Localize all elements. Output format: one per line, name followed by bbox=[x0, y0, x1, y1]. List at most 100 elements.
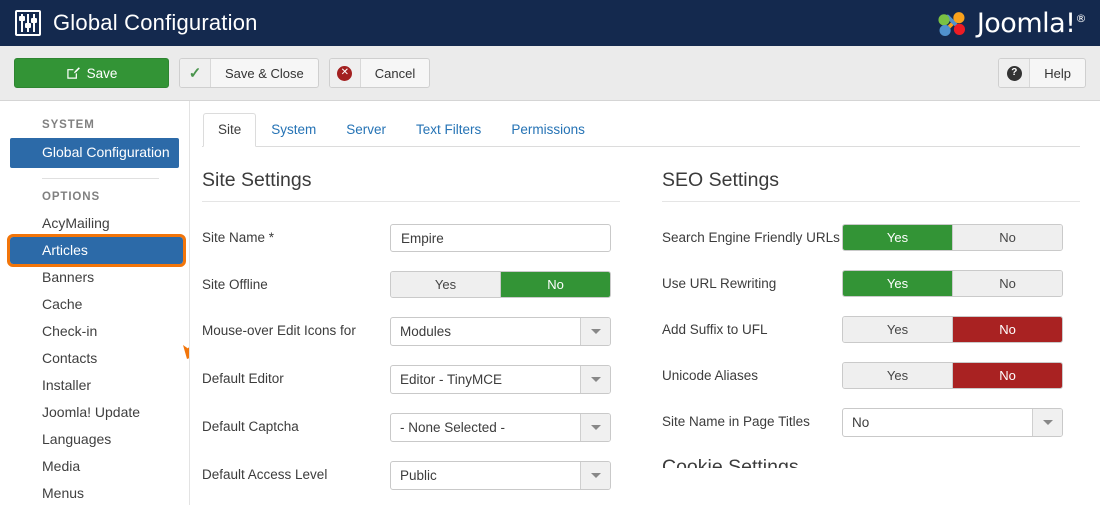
select-value: No bbox=[852, 415, 870, 430]
sidebar-heading-options: OPTIONS bbox=[42, 191, 101, 203]
sliders-icon bbox=[15, 10, 41, 36]
select-value: - None Selected - bbox=[400, 420, 506, 435]
joomla-brand: Joomla!® bbox=[935, 0, 1086, 46]
field-label: Default Access Level bbox=[202, 467, 328, 482]
seo-settings-title: SEO Settings bbox=[662, 169, 1080, 202]
sidebar-item-cache[interactable]: Cache bbox=[10, 291, 179, 318]
tab-text-filters[interactable]: Text Filters bbox=[401, 113, 496, 147]
select-value: Modules bbox=[400, 324, 452, 339]
field-site-name-in-page-titles: Site Name in Page Titles No bbox=[662, 408, 1080, 437]
page-title: Global Configuration bbox=[53, 10, 258, 35]
tab-bar: Site System Server Text Filters Permissi… bbox=[202, 113, 1080, 147]
mouseover-edit-icons-select[interactable]: Modules bbox=[390, 317, 611, 346]
toggle-option-no[interactable]: No bbox=[500, 272, 610, 297]
sidebar-heading-system: SYSTEM bbox=[42, 119, 95, 131]
save-close-button-label: Save & Close bbox=[225, 65, 304, 81]
toggle-option-yes[interactable]: Yes bbox=[843, 317, 952, 342]
tab-permissions[interactable]: Permissions bbox=[496, 113, 600, 147]
field-add-suffix: Add Suffix to UFL Yes No bbox=[662, 316, 1080, 343]
sef-urls-toggle[interactable]: Yes No bbox=[842, 224, 1063, 251]
app-header: Global Configuration Joomla!® bbox=[0, 0, 1100, 46]
sidebar-item-contacts[interactable]: Contacts bbox=[10, 345, 179, 372]
check-icon: ✓ bbox=[180, 59, 211, 87]
tab-system[interactable]: System bbox=[256, 113, 331, 147]
toggle-option-no[interactable]: No bbox=[952, 225, 1062, 250]
chevron-down-icon[interactable] bbox=[580, 462, 610, 489]
field-mouseover-edit-icons: Mouse-over Edit Icons for Modules bbox=[202, 317, 620, 346]
site-settings-panel: Site Settings Site Name * Empire Site Of… bbox=[202, 169, 648, 505]
field-default-captcha: Default Captcha - None Selected - bbox=[202, 413, 620, 442]
sidebar-item-languages[interactable]: Languages bbox=[10, 426, 179, 453]
chevron-down-icon[interactable] bbox=[580, 414, 610, 441]
toggle-option-no[interactable]: No bbox=[952, 317, 1062, 342]
sidebar-divider bbox=[42, 178, 159, 179]
select-value: Editor - TinyMCE bbox=[400, 372, 503, 387]
joomla-logo-icon bbox=[935, 6, 969, 40]
sidebar-item-acymailing[interactable]: AcyMailing bbox=[10, 210, 179, 237]
sidebar-item-menus[interactable]: Menus bbox=[10, 480, 179, 505]
site-name-in-page-titles-select[interactable]: No bbox=[842, 408, 1063, 437]
sidebar-item-media[interactable]: Media bbox=[10, 453, 179, 480]
field-label: Unicode Aliases bbox=[662, 368, 759, 383]
help-button[interactable]: ? Help bbox=[998, 58, 1086, 88]
unicode-aliases-toggle[interactable]: Yes No bbox=[842, 362, 1063, 389]
default-editor-select[interactable]: Editor - TinyMCE bbox=[390, 365, 611, 394]
cancel-button-label: Cancel bbox=[374, 65, 416, 81]
field-label: Use URL Rewriting bbox=[662, 276, 777, 291]
field-label: Add Suffix to UFL bbox=[662, 322, 768, 337]
sidebar-item-articles[interactable]: Articles bbox=[7, 234, 186, 267]
sidebar-item-installer[interactable]: Installer bbox=[10, 372, 179, 399]
tab-site[interactable]: Site bbox=[203, 113, 257, 147]
save-close-button[interactable]: ✓ Save & Close bbox=[179, 58, 319, 88]
field-label: Site Name in Page Titles bbox=[662, 414, 810, 429]
site-name-input[interactable]: Empire bbox=[390, 224, 611, 252]
url-rewriting-toggle[interactable]: Yes No bbox=[842, 270, 1063, 297]
field-label: Site Offline bbox=[202, 277, 268, 292]
save-button[interactable]: Save bbox=[14, 58, 169, 88]
add-suffix-toggle[interactable]: Yes No bbox=[842, 316, 1063, 343]
settings-columns: Site Settings Site Name * Empire Site Of… bbox=[202, 147, 1080, 505]
field-site-name: Site Name * Empire bbox=[202, 224, 620, 252]
sidebar-item-joomla-update[interactable]: Joomla! Update bbox=[10, 399, 179, 426]
chevron-down-icon[interactable] bbox=[1032, 409, 1062, 436]
field-label: Site Name * bbox=[202, 230, 275, 245]
field-default-access-level: Default Access Level Public bbox=[202, 461, 620, 490]
toggle-option-no[interactable]: No bbox=[952, 271, 1062, 296]
circle-x-icon: ✕ bbox=[329, 59, 361, 87]
sidebar-item-check-in[interactable]: Check-in bbox=[10, 318, 179, 345]
chevron-down-icon[interactable] bbox=[580, 366, 610, 393]
content-area: Site System Server Text Filters Permissi… bbox=[190, 101, 1100, 505]
cookie-settings-title: Cookie Settings bbox=[662, 456, 799, 468]
cancel-button[interactable]: ✕ Cancel bbox=[328, 58, 431, 88]
sidebar-item-global-configuration[interactable]: Global Configuration bbox=[10, 138, 179, 168]
brand-name: Joomla!® bbox=[976, 7, 1087, 39]
field-label: Default Editor bbox=[202, 371, 284, 386]
field-default-editor: Default Editor Editor - TinyMCE bbox=[202, 365, 620, 394]
toggle-option-yes[interactable]: Yes bbox=[391, 272, 500, 297]
save-button-label: Save bbox=[86, 65, 118, 81]
field-site-offline: Site Offline Yes No bbox=[202, 271, 620, 298]
field-label: Default Captcha bbox=[202, 419, 299, 434]
circle-question-icon: ? bbox=[999, 59, 1031, 87]
default-access-level-select[interactable]: Public bbox=[390, 461, 611, 490]
toggle-option-yes[interactable]: Yes bbox=[843, 225, 952, 250]
tab-server[interactable]: Server bbox=[331, 113, 401, 147]
field-label: Search Engine Friendly URLs bbox=[662, 230, 840, 245]
site-offline-toggle[interactable]: Yes No bbox=[390, 271, 611, 298]
field-unicode-aliases: Unicode Aliases Yes No bbox=[662, 362, 1080, 389]
chevron-down-icon[interactable] bbox=[580, 318, 610, 345]
site-settings-title: Site Settings bbox=[202, 169, 620, 202]
select-value: Public bbox=[400, 468, 437, 483]
toolbar: Save ✓ Save & Close ✕ Cancel ? Help bbox=[0, 46, 1100, 101]
sidebar-item-banners[interactable]: Banners bbox=[10, 264, 179, 291]
toggle-option-yes[interactable]: Yes bbox=[843, 363, 952, 388]
default-captcha-select[interactable]: - None Selected - bbox=[390, 413, 611, 442]
help-button-label: Help bbox=[1044, 65, 1071, 81]
main-area: SYSTEM Global Configuration OPTIONS AcyM… bbox=[0, 101, 1100, 505]
field-label: Mouse-over Edit Icons for bbox=[202, 323, 356, 338]
toggle-option-no[interactable]: No bbox=[952, 363, 1062, 388]
toggle-option-yes[interactable]: Yes bbox=[843, 271, 952, 296]
sidebar: SYSTEM Global Configuration OPTIONS AcyM… bbox=[0, 101, 190, 505]
seo-settings-panel: SEO Settings Search Engine Friendly URLs… bbox=[648, 169, 1080, 505]
field-url-rewriting: Use URL Rewriting Yes No bbox=[662, 270, 1080, 297]
